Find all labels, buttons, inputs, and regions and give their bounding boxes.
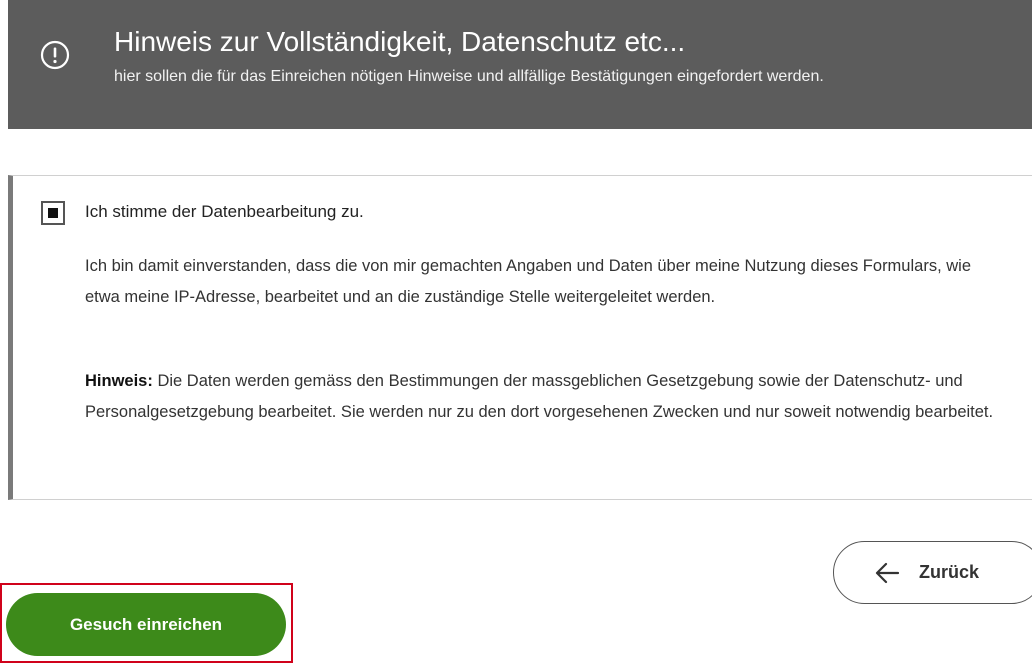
privacy-note-text: Die Daten werden gemäss den Bestimmungen… xyxy=(85,372,994,421)
consent-description: Ich bin damit einverstanden, dass die vo… xyxy=(85,257,971,306)
back-button-label: Zurück xyxy=(919,562,980,582)
exclamation-circle-icon xyxy=(40,40,70,70)
banner-title: Hinweis zur Vollständigkeit, Datenschutz… xyxy=(114,26,686,57)
consent-checkbox[interactable] xyxy=(41,201,65,225)
checkbox-checked-mark xyxy=(48,208,58,218)
consent-panel: Ich stimme der Datenbearbeitung zu. Ich … xyxy=(8,175,1032,500)
back-button[interactable]: Zurück xyxy=(833,541,1032,604)
privacy-note-label: Hinweis: xyxy=(85,372,153,390)
arrow-left-icon xyxy=(875,562,900,584)
banner-subtitle: hier sollen die für das Einreichen nötig… xyxy=(114,68,824,85)
submit-application-button[interactable]: Gesuch einreichen xyxy=(6,593,286,656)
consent-checkbox-label[interactable]: Ich stimme der Datenbearbeitung zu. xyxy=(85,202,364,222)
info-banner: Hinweis zur Vollständigkeit, Datenschutz… xyxy=(8,0,1032,129)
privacy-note: Hinweis: Die Daten werden gemäss den Bes… xyxy=(85,366,1005,428)
submit-button-label: Gesuch einreichen xyxy=(69,615,223,634)
